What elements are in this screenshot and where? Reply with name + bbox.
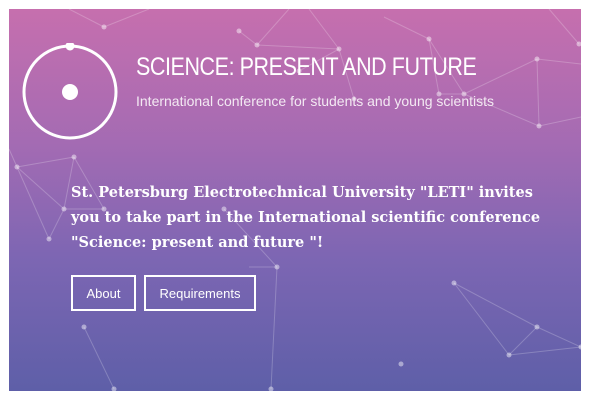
orbit-logo-icon [22, 43, 118, 140]
hero-banner: SCIENCE: PRESENT AND FUTURE Internationa… [9, 9, 581, 391]
page-subtitle: International conference for students an… [136, 93, 494, 109]
requirements-button[interactable]: Requirements [144, 275, 256, 311]
about-button[interactable]: About [71, 275, 136, 311]
page-title: SCIENCE: PRESENT AND FUTURE [136, 53, 477, 81]
intro-text: St. Petersburg Electrotechnical Universi… [71, 184, 541, 251]
